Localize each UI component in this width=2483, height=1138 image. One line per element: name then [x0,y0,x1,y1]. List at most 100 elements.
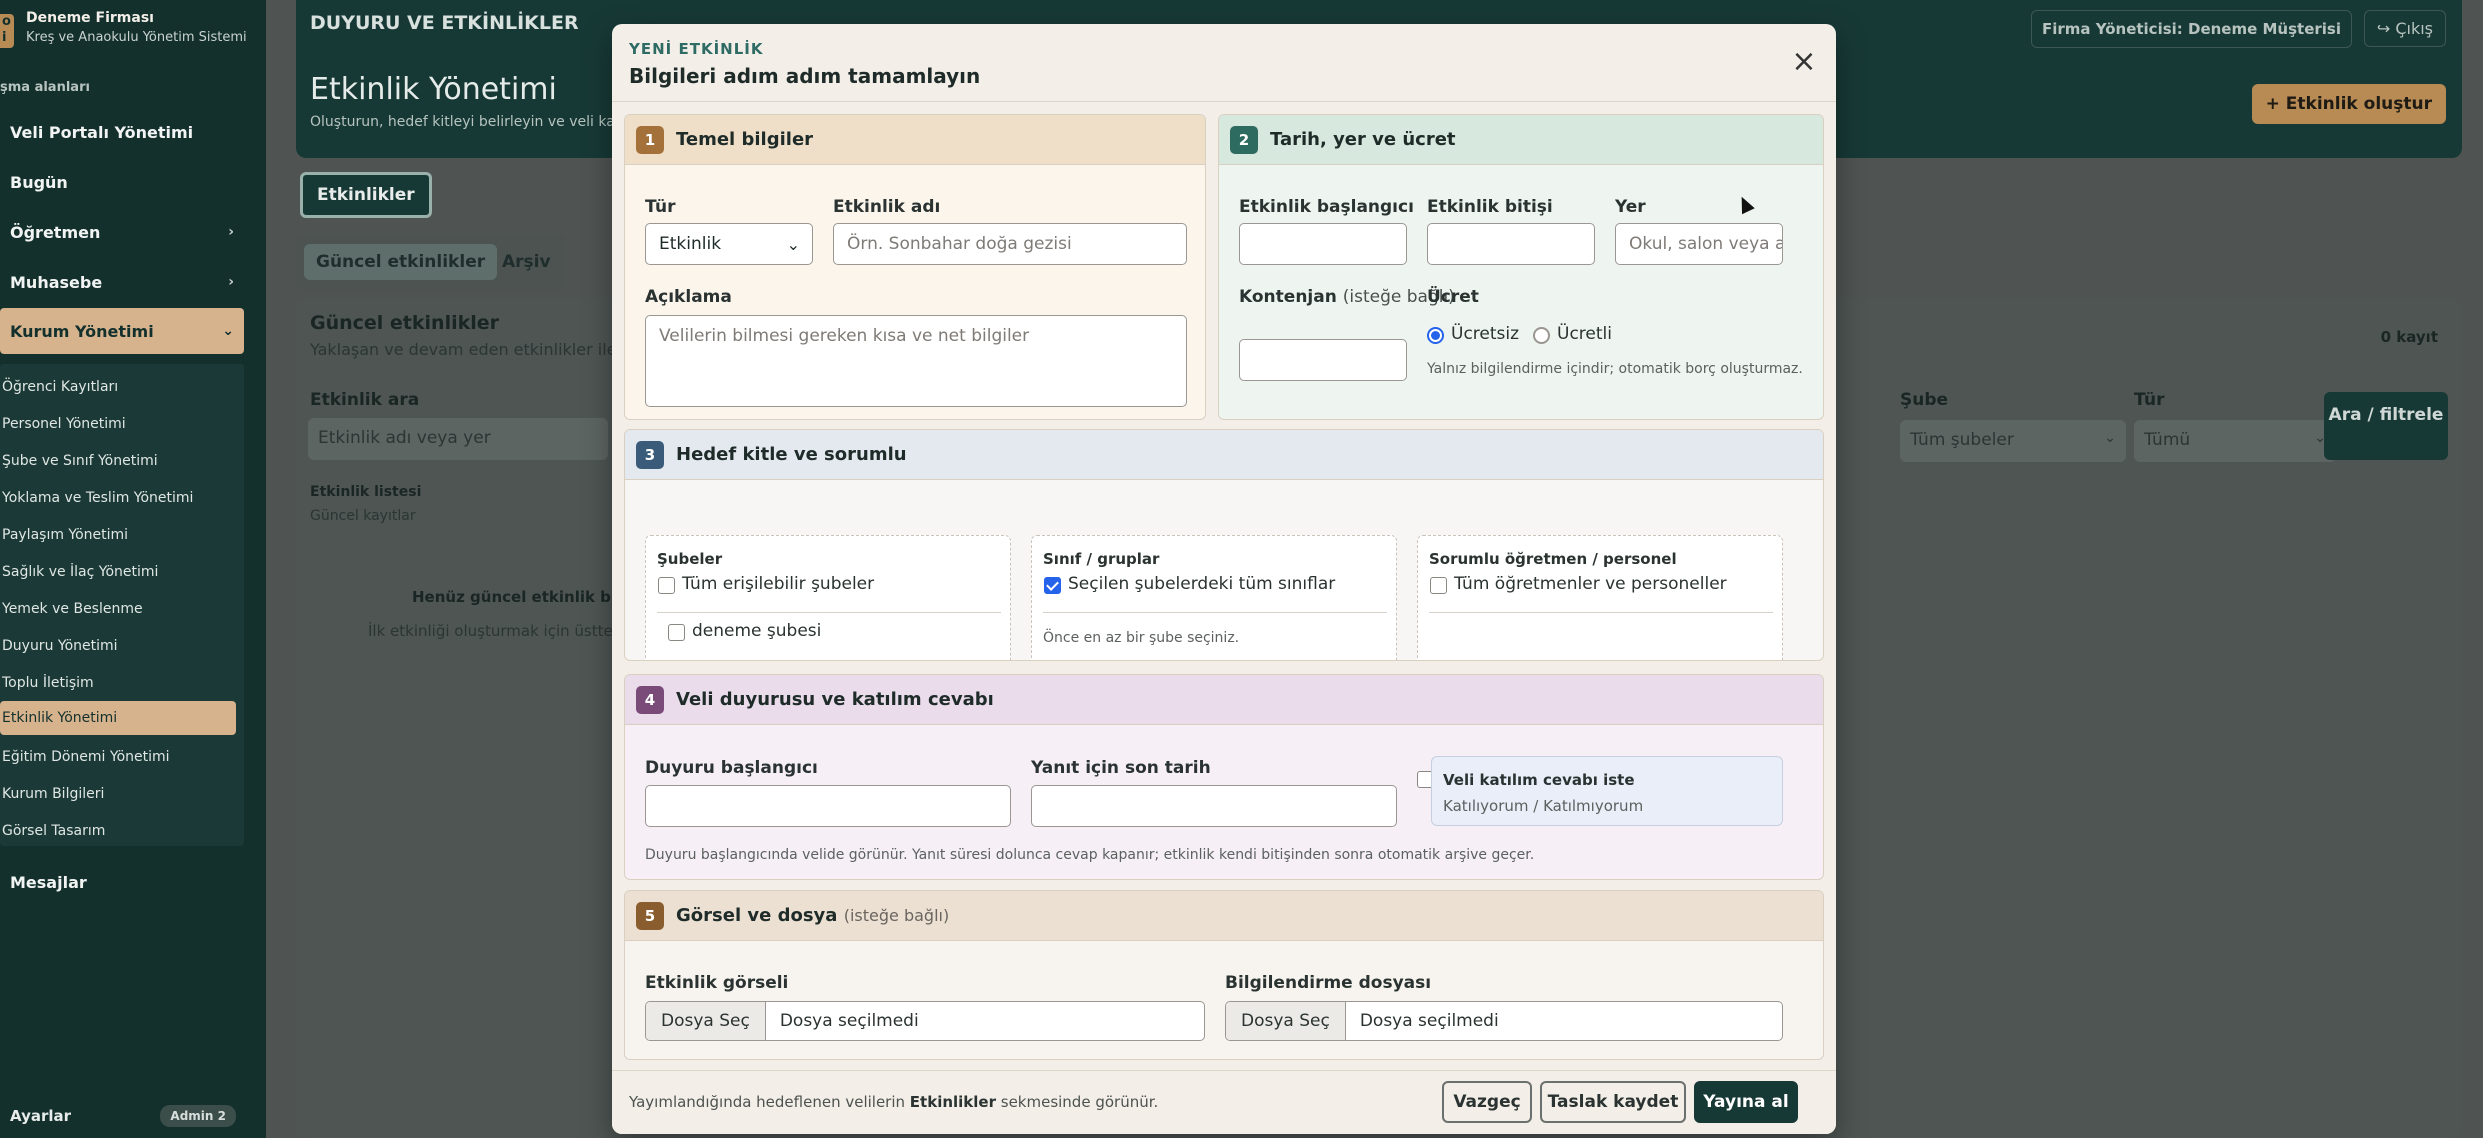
sidebar-item-label: Muhasebe [10,272,103,292]
event-image-file-input[interactable]: Dosya Seç Dosya seçilmedi [645,1001,1205,1041]
tab-etkinlikler[interactable]: Etkinlikler [300,172,432,218]
sidebar-subitem-personel[interactable]: Personel Yönetimi [0,407,236,441]
branch-filter-value: Tüm şubeler [1910,430,2014,450]
sidebar-section-label: şma alanları [0,80,90,95]
sidebar-subitem-kurum-bilgileri[interactable]: Kurum Bilgileri [0,777,236,811]
sidebar-item-bugun[interactable]: Bugün [0,162,244,202]
user-badge[interactable]: Firma Yöneticisi: Deneme Müşterisi [2030,10,2352,48]
optional-note: (isteğe bağlı) [843,906,950,925]
sidebar-subitem-paylasim[interactable]: Paylaşım Yönetimi [0,518,236,552]
fee-free-radio[interactable] [1427,327,1444,344]
rsvp-options: Katılıyorum / Katılmıyorum [1443,797,1644,815]
search-filter-button[interactable]: Ara / filtrele [2324,392,2448,460]
admin-badge: Admin 2 [160,1105,236,1127]
end-date-input[interactable] [1427,223,1595,265]
place-input[interactable]: Okul, salon veya adres [1615,223,1783,265]
settings-link[interactable]: Ayarlar [0,1107,71,1125]
chevron-right-icon: › [228,274,234,290]
subtabs: Güncel etkinlikler Arşiv [296,234,566,290]
branch-filter-select[interactable]: Tüm şubeler ⌄ [1900,420,2126,462]
step-badge: 3 [636,440,664,469]
sidebar-item-label: Öğretmen [10,222,101,242]
description-textarea[interactable]: Velilerin bilmesi gereken kısa ve net bi… [645,315,1187,407]
panel-title-text: Görsel ve dosya [676,905,838,926]
sidebar-item-veli-portali[interactable]: Veli Portalı Yönetimi [0,112,244,152]
response-deadline-input[interactable] [1031,785,1397,827]
close-icon[interactable]: × [1790,47,1818,77]
all-staff-label[interactable]: Tüm öğretmenler ve personeller [1454,574,1727,594]
create-event-button[interactable]: + Etkinlik oluştur [2251,84,2446,124]
sidebar-item-mesajlar[interactable]: Mesajlar [0,862,244,902]
sidebar-item-kurum-yonetimi[interactable]: Kurum Yönetimi ⌄ [0,308,244,354]
sidebar-item-muhasebe[interactable]: Muhasebe › [0,262,244,302]
panel-audience: 3 Hedef kitle ve sorumlu Şubeler Tüm eri… [624,429,1824,661]
rsvp-box[interactable]: Veli katılım cevabı iste Katılıyorum / K… [1431,756,1783,826]
type-filter-select[interactable]: Tümü ⌄ [2134,420,2336,462]
sidebar-subitem-gorsel-tasarim[interactable]: Görsel Tasarım [0,814,236,848]
sidebar-subitem-etkinlik[interactable]: Etkinlik Yönetimi [0,701,236,735]
sidebar-item-label: Veli Portalı Yönetimi [10,122,194,142]
sidebar-item-label: Mesajlar [10,872,87,892]
divider [1429,612,1773,613]
tab-guncel[interactable]: Güncel etkinlikler [304,244,498,280]
sidebar-subitem-toplu-iletisim[interactable]: Toplu İletişim [0,666,236,700]
type-select-value: Etkinlik [659,234,722,254]
search-label: Etkinlik ara [310,390,420,410]
sidebar-item-ogretmen[interactable]: Öğretmen › [0,212,244,252]
announce-start-input[interactable] [645,785,1011,827]
responsible-box: Sorumlu öğretmen / personel Tüm öğretmen… [1417,535,1783,660]
description-label: Açıklama [645,287,732,307]
footer-note: Yayımlandığında hedeflenen velilerin Etk… [629,1093,1158,1111]
footer-note-text: sekmesinde görünür. [995,1093,1159,1111]
chevron-down-icon: ⌄ [786,235,800,254]
new-event-modal: YENİ ETKİNLİK Bilgileri adım adım tamaml… [612,24,1836,1134]
chevron-down-icon: ⌄ [2104,430,2116,446]
sidebar-subitem-yoklama[interactable]: Yoklama ve Teslim Yönetimi [0,481,236,515]
branch-label[interactable]: deneme şubesi [692,621,821,641]
chevron-right-icon: › [228,224,234,240]
step-badge: 4 [636,685,664,714]
empty-state-text: İlk etkinliği oluşturmak için üstteki bu [368,622,650,640]
event-name-input[interactable]: Örn. Sonbahar doğa gezisi [833,223,1187,265]
footer-note-text: Yayımlandığında hedeflenen velilerin [629,1093,910,1111]
fee-paid-label[interactable]: Ücretli [1557,324,1612,344]
panel-header: 2 Tarih, yer ve ücret [1219,115,1823,165]
start-date-input[interactable] [1239,223,1407,265]
save-draft-button[interactable]: Taslak kaydet [1540,1081,1686,1123]
branch-checkbox[interactable] [668,624,685,641]
all-branches-checkbox[interactable] [658,577,675,594]
all-staff-checkbox[interactable] [1430,577,1447,594]
fee-paid-radio[interactable] [1533,327,1550,344]
logout-button[interactable]: ↪ Çıkış [2363,10,2446,47]
footer-note-bold: Etkinlikler [909,1093,996,1111]
sidebar-subitem-duyuru[interactable]: Duyuru Yönetimi [0,629,236,663]
panel-media-files: 5 Görsel ve dosya (isteğe bağlı) Etkinli… [624,890,1824,1060]
type-select[interactable]: Etkinlik ⌄ [645,223,813,265]
fee-free-label[interactable]: Ücretsiz [1451,324,1519,344]
modal-kicker: YENİ ETKİNLİK [629,40,764,58]
all-branches-label[interactable]: Tüm erişilebilir şubeler [682,574,874,594]
cancel-button[interactable]: Vazgeç [1442,1081,1532,1123]
sidebar-subitem-ogrenci-kayitlari[interactable]: Öğrenci Kayıtları [0,370,236,404]
classes-title: Sınıf / gruplar [1043,550,1160,568]
choose-file-button[interactable]: Dosya Seç [1226,1002,1346,1040]
branches-box: Şubeler Tüm erişilebilir şubeler deneme … [645,535,1011,660]
event-name-label: Etkinlik adı [833,197,941,217]
quota-input[interactable] [1239,339,1407,381]
sidebar-subitem-sube-sinif[interactable]: Şube ve Sınıf Yönetimi [0,444,236,478]
all-classes-checkbox[interactable] [1044,577,1061,594]
sidebar-subitem-yemek[interactable]: Yemek ve Beslenme [0,592,236,626]
type-label: Tür [645,197,676,217]
publish-button[interactable]: Yayına al [1694,1081,1798,1123]
search-input[interactable]: Etkinlik adı veya yer [308,418,608,460]
sidebar-footer: Ayarlar Admin 2 [0,1100,244,1132]
panel-header: 1 Temel bilgiler [625,115,1205,165]
info-file-input[interactable]: Dosya Seç Dosya seçilmedi [1225,1001,1783,1041]
brand-name: Deneme Firması [26,10,154,26]
all-classes-label[interactable]: Seçilen şubelerdeki tüm sınıflar [1068,574,1335,594]
sidebar-subitem-saglik[interactable]: Sağlık ve İlaç Yönetimi [0,555,236,589]
classes-hint: Önce en az bir şube seçiniz. [1043,630,1240,646]
choose-file-button[interactable]: Dosya Seç [646,1002,766,1040]
sidebar-subitem-egitim-donemi[interactable]: Eğitim Dönemi Yönetimi [0,740,236,774]
tab-arsiv[interactable]: Arşiv [490,244,563,280]
